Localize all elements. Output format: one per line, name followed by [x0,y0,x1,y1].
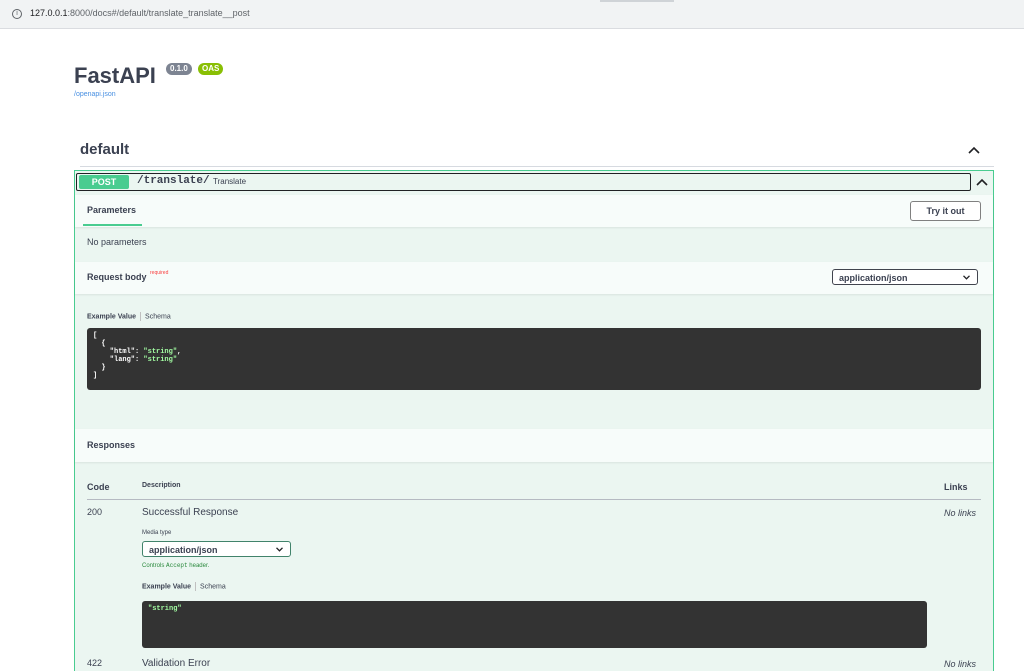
accept-header-name: Accept [166,562,188,569]
tab-parameters[interactable]: Parameters [87,205,136,215]
tag-section-header[interactable]: default [80,139,994,165]
address-url[interactable]: 127.0.0.1:8000/docs#/default/translate_t… [30,8,250,18]
code-line: "lang": "string" [93,356,975,364]
chevron-up-icon[interactable] [972,173,992,191]
request-content-type-select[interactable]: application/json [832,269,978,285]
openapi-json-link[interactable]: /openapi.json [74,91,116,98]
tab-schema[interactable]: Schema [145,313,171,320]
oas-badge: OAS 3.1 [198,63,224,85]
response-code: 422 [87,658,103,668]
response-links: No links [944,508,977,518]
url-host: 127.0.0.1 [30,8,68,18]
code-line: } [93,364,975,372]
app-title: FastAPI [74,63,156,88]
code-string: "string" [143,348,178,356]
code-line: "html": "string", [93,348,975,356]
response-media-type-value: application/json [149,545,218,555]
tab-schema[interactable]: Schema [200,583,226,590]
controls-accept-note: Controls Accept header. [142,562,209,569]
response-links: No links [944,659,977,669]
response-example-tabs: Example Value Schema [142,582,226,591]
code-line: ] [93,372,975,380]
response-example-value: "string" [148,605,182,613]
method-badge: POST [79,175,129,189]
request-body-header: Request body required application/json [75,262,993,294]
column-header-links: Links [944,482,968,492]
column-header-description: Description [142,482,181,489]
code-string: "string" [143,356,178,364]
operation-summary[interactable]: POST /translate/ Translate [76,173,971,191]
operation-summary-text: Translate [213,177,247,186]
column-header-code: Code [87,482,110,492]
tab-example-value[interactable]: Example Value [142,583,191,590]
browser-address-bar[interactable]: i 127.0.0.1:8000/docs#/default/translate… [0,0,1024,29]
responses-header: Responses [75,429,993,462]
url-path: :8000/docs#/default/translate_translate_… [67,8,250,18]
request-body-label: Request body [87,272,147,282]
response-example-code: "string" [142,601,927,648]
operation-path: /translate/ [137,175,210,187]
required-marker: required [150,270,169,276]
request-content-type-value: application/json [839,273,908,283]
code-token: { [93,340,106,348]
responses-title: Responses [87,440,136,450]
tab-separator [195,582,197,591]
code-token: , [177,348,182,356]
response-code: 200 [87,507,103,517]
media-type-label: Media type [142,530,172,536]
code-token: [ [93,332,98,340]
responses-table-divider [87,499,981,500]
code-line: [ [93,332,975,340]
try-it-out-button[interactable]: Try it out [910,201,981,221]
site-info-icon[interactable]: i [12,9,22,19]
chevron-down-icon [963,275,970,280]
tab-separator [140,312,142,321]
controls-suffix: header. [187,563,210,569]
parameters-header: Parameters Try it out [75,195,993,227]
code-token: } [93,364,106,372]
response-media-type-select[interactable]: application/json [142,541,291,557]
code-token: ] [93,372,98,380]
controls-prefix: Controls [142,563,167,569]
no-parameters-text: No parameters [87,237,147,247]
response-description: Successful Response [142,507,239,518]
code-token: "lang": [93,356,144,364]
operation-block: POST /translate/ Translate Parameters Tr… [74,170,994,671]
request-example-code: [ { "html": "string", "lang": "string" }… [87,328,981,390]
chevron-up-icon[interactable] [966,142,982,158]
tab-strip-edge [600,0,674,2]
active-tab-indicator [83,224,142,226]
code-line: { [93,340,975,348]
tab-example-value[interactable]: Example Value [87,313,136,320]
request-example-tabs: Example Value Schema [87,312,171,321]
section-divider [80,166,994,167]
section-title: default [80,141,130,158]
version-badge: 0.1.0 [166,63,192,75]
code-token: "html": [93,348,144,356]
chevron-down-icon [276,547,283,552]
